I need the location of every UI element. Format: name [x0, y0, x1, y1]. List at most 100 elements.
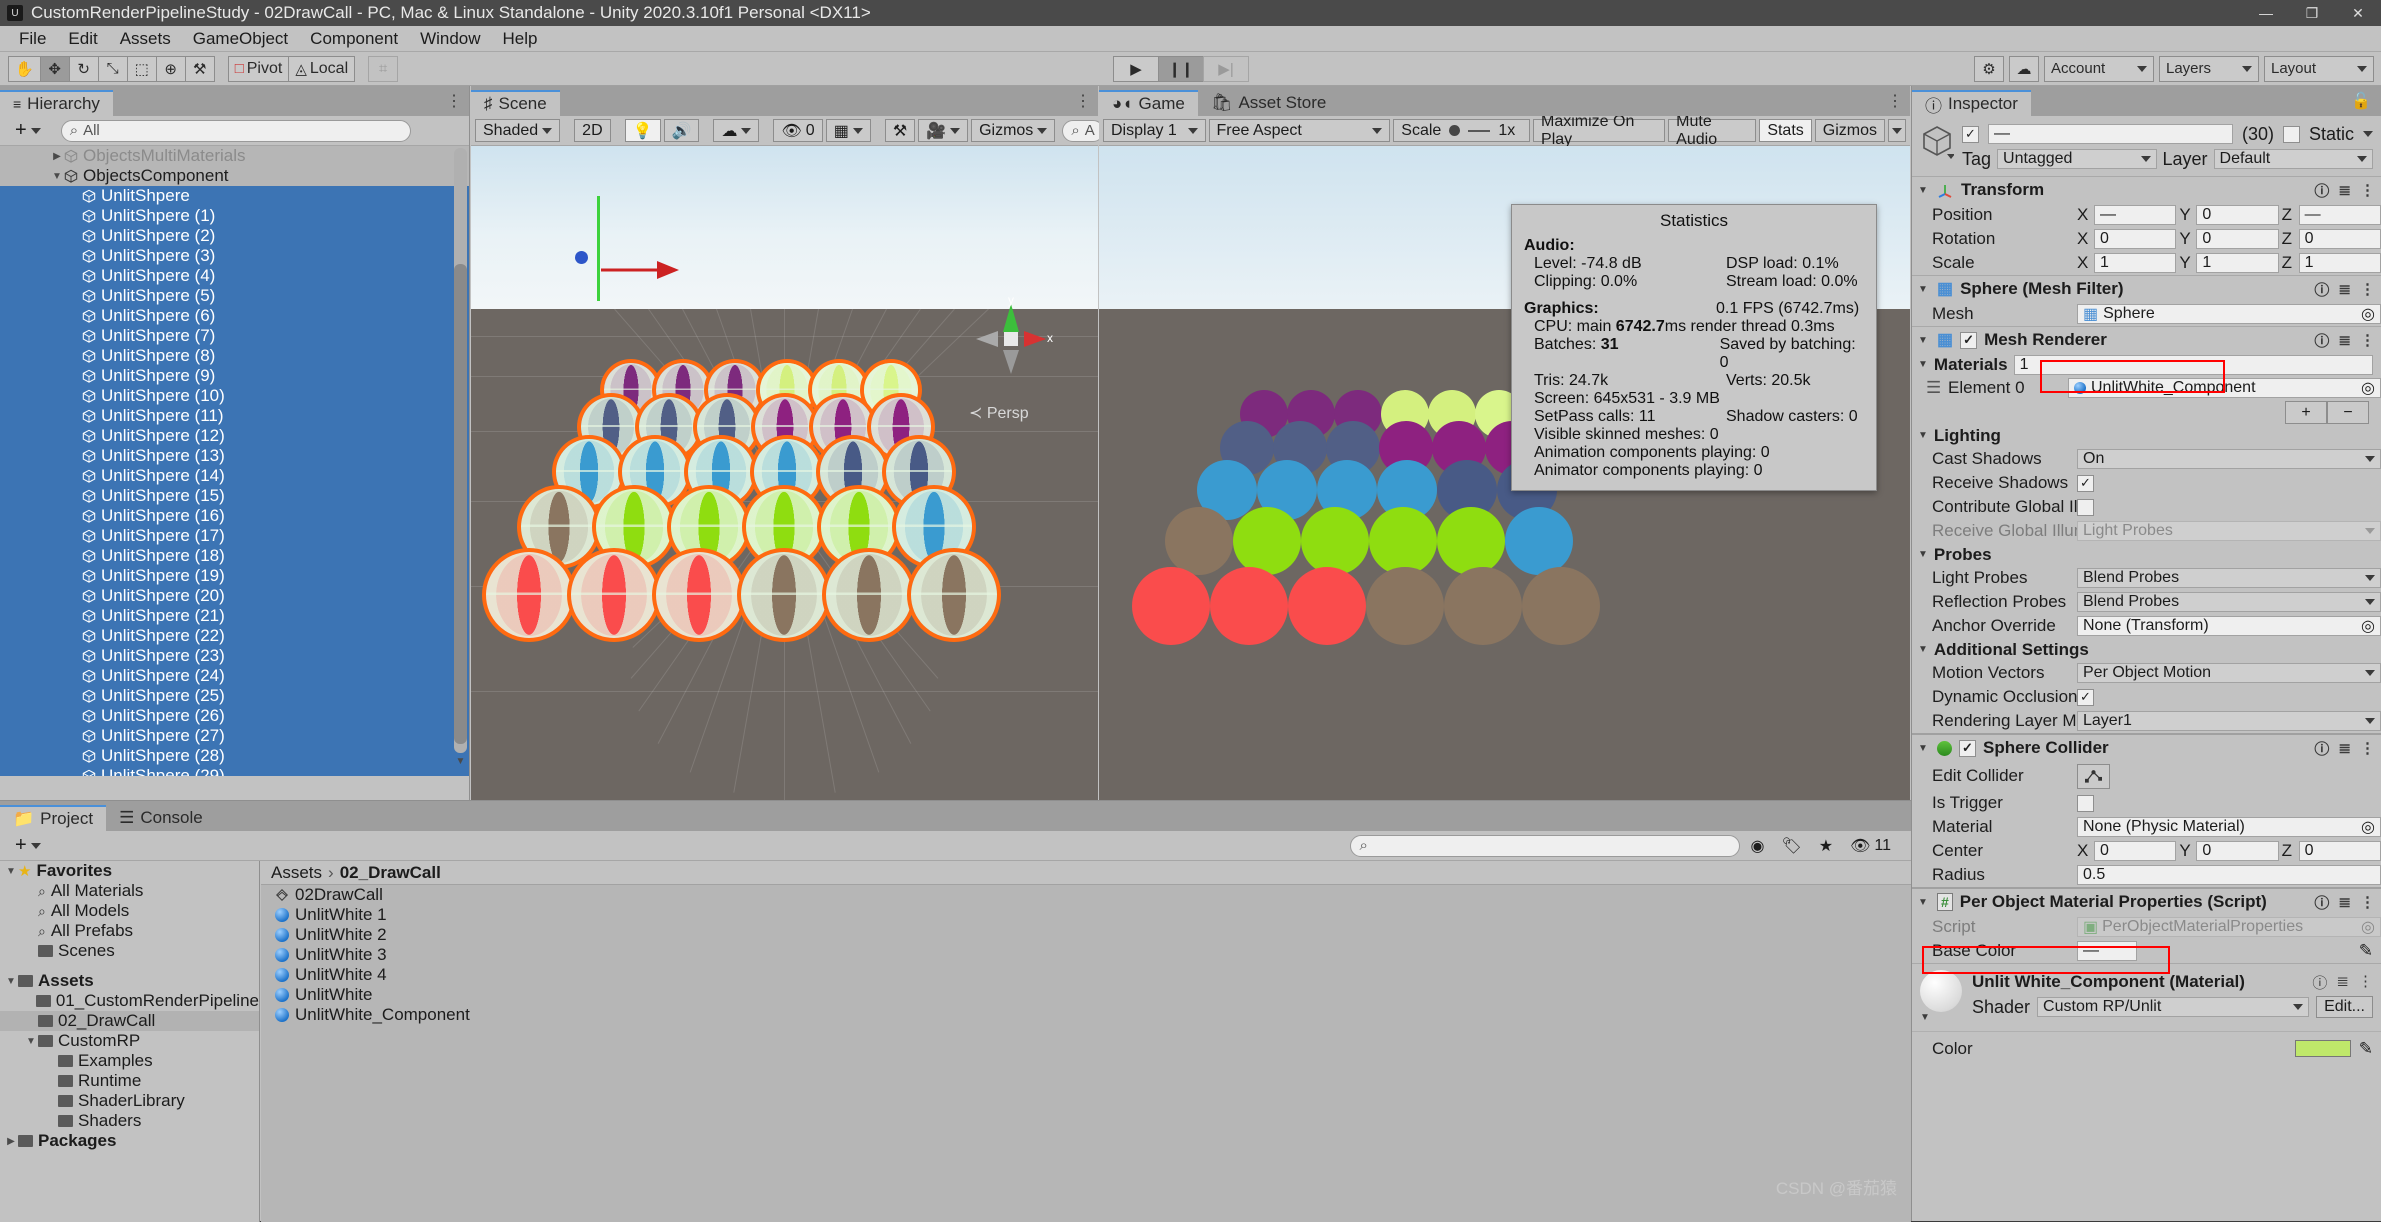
hierarchy-row[interactable]: UnlitShpere (24): [0, 666, 469, 686]
pivot-toggle-button[interactable]: □ Pivot: [227, 55, 290, 82]
hierarchy-options-icon[interactable]: ⋮: [446, 91, 462, 111]
hierarchy-row[interactable]: UnlitShpere (22): [0, 626, 469, 646]
scene-sphere[interactable]: [567, 548, 661, 642]
scale-x-input[interactable]: 1: [2094, 253, 2177, 273]
rotate-tool-button[interactable]: ↻: [68, 55, 99, 82]
collider-material-object-field[interactable]: None (Physic Material) ◎: [2077, 817, 2381, 837]
scene-projection-label[interactable]: ≺ Persp: [969, 403, 1029, 423]
game-stats-toggle[interactable]: Stats: [1759, 119, 1812, 142]
slider-handle-icon[interactable]: [1449, 125, 1461, 136]
help-icon[interactable]: ⓘ: [2314, 892, 2329, 913]
preset-icon[interactable]: ≣: [2338, 181, 2351, 199]
hierarchy-scroll-down-icon[interactable]: ▼: [454, 756, 467, 772]
asset-list-item[interactable]: UnlitWhite 2: [261, 925, 1911, 945]
collab-button[interactable]: ⚙: [1974, 55, 2004, 82]
menu-item-file[interactable]: File: [8, 26, 57, 52]
hierarchy-row[interactable]: UnlitShpere (11): [0, 406, 469, 426]
hierarchy-row[interactable]: UnlitShpere (9): [0, 366, 469, 386]
help-icon[interactable]: ⓘ: [2312, 972, 2327, 993]
rect-tool-button[interactable]: ⬚: [126, 55, 157, 82]
collapse-triangle-icon[interactable]: ▼: [1918, 359, 1928, 370]
hierarchy-row[interactable]: UnlitShpere (5): [0, 286, 469, 306]
preset-icon[interactable]: ≣: [2336, 972, 2349, 993]
hierarchy-row[interactable]: UnlitShpere (13): [0, 446, 469, 466]
kebab-icon[interactable]: ⋮: [2360, 181, 2375, 199]
asset-list-item[interactable]: UnlitWhite 3: [261, 945, 1911, 965]
hierarchy-row[interactable]: UnlitShpere (2): [0, 226, 469, 246]
reflection-probes-dropdown[interactable]: Blend Probes: [2077, 592, 2381, 612]
custom-tool-button[interactable]: ⚒: [184, 55, 215, 82]
dynamic-occlusion-checkbox[interactable]: ✓: [2077, 688, 2094, 706]
hierarchy-row[interactable]: UnlitShpere (21): [0, 606, 469, 626]
hierarchy-row[interactable]: UnlitShpere (4): [0, 266, 469, 286]
preset-icon[interactable]: ≣: [2338, 893, 2351, 911]
chevron-down-icon[interactable]: [2363, 131, 2373, 137]
hierarchy-parent-row[interactable]: ▼ ObjectsComponent: [0, 166, 469, 186]
remove-material-button[interactable]: −: [2327, 401, 2369, 424]
center-y-input[interactable]: 0: [2196, 841, 2279, 861]
hierarchy-search-input[interactable]: ⌕ All: [60, 119, 411, 142]
menu-item-window[interactable]: Window: [409, 26, 491, 52]
asset-list-item[interactable]: UnlitWhite 4: [261, 965, 1911, 985]
tab-inspector[interactable]: ⓘ Inspector: [1912, 90, 2031, 116]
tab-scene[interactable]: ♯ Scene: [471, 90, 560, 116]
account-dropdown[interactable]: Account: [2044, 55, 2154, 82]
eyedropper-icon[interactable]: ✎: [2359, 1039, 2373, 1059]
probes-section[interactable]: ▼ Probes: [1912, 543, 2381, 566]
collider-radius-input[interactable]: 0.5: [2077, 865, 2381, 885]
expand-triangle-icon[interactable]: ▼: [4, 976, 18, 987]
scene-sphere[interactable]: [907, 548, 1001, 642]
static-checkbox[interactable]: [2282, 125, 2300, 143]
sphere-collider-header[interactable]: ▼ ✓ Sphere Collider ⓘ ≣ ⋮: [1912, 735, 2381, 761]
collapse-triangle-icon[interactable]: ▼: [1918, 185, 1930, 196]
asset-list-item[interactable]: 02DrawCall: [261, 885, 1911, 905]
rendering-layer-dropdown[interactable]: Layer1: [2077, 711, 2381, 731]
object-picker-icon[interactable]: ◎: [2361, 304, 2375, 324]
gameobject-name-input[interactable]: —: [1988, 124, 2233, 144]
tab-hierarchy[interactable]: ≡ Hierarchy: [0, 90, 113, 116]
add-material-button[interactable]: +: [2285, 401, 2327, 424]
close-button[interactable]: ✕: [2335, 0, 2381, 26]
material-color-swatch[interactable]: [2294, 1040, 2351, 1057]
project-search-input[interactable]: ⌕: [1350, 834, 1741, 857]
scene-search-input[interactable]: ⌕ A: [1062, 119, 1104, 142]
rotation-z-input[interactable]: 0: [2298, 229, 2381, 249]
hierarchy-row[interactable]: UnlitShpere (16): [0, 506, 469, 526]
preset-icon[interactable]: ≣: [2338, 331, 2351, 349]
base-color-swatch[interactable]: —: [2077, 941, 2137, 961]
scene-sphere[interactable]: [822, 548, 916, 642]
motion-vectors-dropdown[interactable]: Per Object Motion: [2077, 663, 2381, 683]
mesh-renderer-enabled-checkbox[interactable]: ✓: [1960, 331, 1978, 349]
scene-orientation-gizmo[interactable]: y x: [966, 294, 1056, 384]
scene-2d-toggle[interactable]: 2D: [574, 119, 611, 142]
asset-list-item[interactable]: UnlitWhite 1: [261, 905, 1911, 925]
asset-list-item[interactable]: UnlitWhite: [261, 985, 1911, 1005]
hand-tool-button[interactable]: ✋: [8, 55, 41, 82]
layout-dropdown[interactable]: Layout: [2264, 55, 2374, 82]
scene-hidden-objects-button[interactable]: 👁 0: [773, 119, 823, 142]
layer-dropdown[interactable]: Default: [2213, 149, 2373, 169]
scale-z-input[interactable]: 1: [2298, 253, 2381, 273]
hierarchy-row[interactable]: UnlitShpere (26): [0, 706, 469, 726]
project-filter-type-button[interactable]: ◉: [1743, 834, 1771, 857]
project-tree-row[interactable]: 01_CustomRenderPipeline: [0, 991, 259, 1011]
project-asset-list[interactable]: 02DrawCall UnlitWhite 1 UnlitWhite 2 UnlitW…: [261, 885, 1911, 1025]
project-tree-row[interactable]: Shaders: [0, 1111, 259, 1131]
gameobject-enabled-checkbox[interactable]: ✓: [1962, 125, 1979, 143]
collapse-triangle-icon[interactable]: ▶: [50, 151, 64, 162]
scene-sphere[interactable]: [482, 548, 576, 642]
hierarchy-row[interactable]: UnlitShpere (7): [0, 326, 469, 346]
scene-component-tools-button[interactable]: ⚒: [884, 119, 916, 142]
preset-icon[interactable]: ≣: [2338, 280, 2351, 298]
object-picker-icon[interactable]: ◎: [2361, 616, 2375, 636]
game-gizmos-caret[interactable]: [1888, 119, 1907, 142]
hierarchy-row[interactable]: UnlitShpere (8): [0, 346, 469, 366]
position-z-input[interactable]: —: [2298, 205, 2381, 225]
receive-shadows-checkbox[interactable]: ✓: [2077, 474, 2094, 492]
project-tree-row[interactable]: ▼ CustomRP: [0, 1031, 259, 1051]
kebab-icon[interactable]: ⋮: [2360, 893, 2375, 911]
scene-lighting-toggle[interactable]: 💡: [624, 119, 661, 142]
collapse-triangle-icon[interactable]: ▼: [1918, 897, 1930, 908]
scene-gizmos-dropdown[interactable]: Gizmos: [971, 119, 1056, 142]
scene-viewport[interactable]: y x ≺ Persp: [471, 146, 1098, 800]
